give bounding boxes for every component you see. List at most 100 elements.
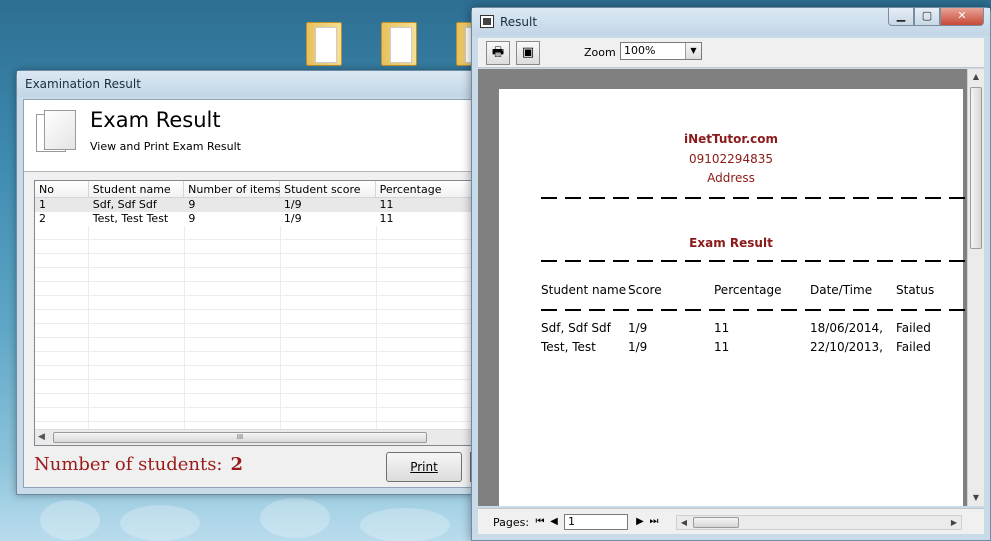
- student-count-label: Number of students:: [34, 454, 223, 475]
- list-header: No Student name Number of items Student …: [35, 181, 473, 198]
- page-subtitle: View and Print Exam Result: [90, 140, 241, 153]
- scroll-thumb[interactable]: [693, 517, 739, 528]
- cell-student-name: Test, Test Test: [92, 212, 169, 225]
- cell-student-name: Sdf, Sdf Sdf: [92, 198, 157, 211]
- report-address: Address: [707, 171, 755, 185]
- desktop-bokeh: [260, 498, 330, 538]
- scroll-thumb[interactable]: [970, 87, 982, 249]
- student-count-value: 2: [230, 454, 244, 475]
- window-client-area: Exam Result View and Print Exam Result N…: [23, 99, 484, 488]
- desktop-bokeh: [120, 505, 200, 541]
- report-cell-student-name: Test, Test: [541, 340, 596, 354]
- pages-label: Pages:: [493, 516, 530, 529]
- vertical-scrollbar[interactable]: ▲ ▼: [967, 69, 984, 506]
- last-page-icon[interactable]: ⏭: [648, 515, 660, 529]
- header-banner: Exam Result View and Print Exam Result: [24, 100, 474, 172]
- report-column-percentage: Percentage: [714, 283, 782, 297]
- separator-line: [541, 309, 965, 311]
- cell-no: 2: [39, 212, 46, 225]
- export-report-button[interactable]: ▣: [516, 41, 540, 65]
- maximize-button[interactable]: ▢: [914, 8, 940, 26]
- print-report-button[interactable]: 🖶: [486, 41, 510, 65]
- chevron-down-icon[interactable]: ▼: [685, 43, 701, 59]
- zoom-label: Zoom: [584, 46, 616, 59]
- next-page-icon[interactable]: ▶: [634, 515, 646, 529]
- cell-no: 1: [39, 198, 46, 211]
- results-list[interactable]: No Student name Number of items Student …: [34, 180, 474, 446]
- zoom-value: 100%: [624, 44, 656, 57]
- maximize-icon: ▢: [921, 9, 933, 22]
- report-page: iNetTutor.com 09102294835 Address Exam R…: [499, 89, 965, 506]
- separator-line: [541, 260, 965, 262]
- cell-student-score: 1/9: [283, 198, 302, 211]
- report-header-row: Student name Score Percentage Date/Time …: [541, 283, 965, 299]
- folder-icon: [381, 22, 417, 66]
- scroll-right-icon[interactable]: ▶: [947, 516, 961, 529]
- previous-page-icon[interactable]: ◀: [548, 515, 560, 529]
- scroll-down-icon[interactable]: ▼: [968, 490, 984, 506]
- report-row: Sdf, Sdf Sdf 1/9 11 18/06/2014, Failed: [541, 321, 965, 337]
- report-cell-status: Failed: [896, 321, 931, 335]
- report-column-score: Score: [628, 283, 662, 297]
- scroll-thumb[interactable]: III: [53, 432, 427, 443]
- desktop-bokeh: [360, 508, 450, 541]
- cell-percentage: 11: [379, 212, 394, 225]
- folder-icon: [306, 22, 342, 66]
- column-header-number-of-items[interactable]: Number of items: [184, 181, 281, 197]
- report-title: Exam Result: [689, 236, 773, 250]
- export-icon: ▣: [521, 45, 535, 60]
- page-navigation-bar: Pages: ⏮ ◀ 1 ▶ ⏭ ◀ ▶: [478, 508, 984, 534]
- window-title[interactable]: Examination Result: [17, 71, 475, 97]
- first-page-icon[interactable]: ⏮: [534, 515, 546, 529]
- window-title: Result: [500, 15, 538, 29]
- report-column-status: Status: [896, 283, 935, 297]
- cell-student-score: 1/9: [283, 212, 302, 225]
- printer-icon: 🖶: [491, 45, 505, 60]
- report-column-datetime: Date/Time: [810, 283, 873, 297]
- report-phone: 09102294835: [689, 152, 773, 166]
- student-count: Number of students: 2: [34, 454, 243, 475]
- report-cell-percentage: 11: [714, 340, 730, 354]
- report-app-icon: [480, 15, 494, 28]
- print-button[interactable]: Print: [386, 452, 462, 482]
- horizontal-scrollbar[interactable]: ◀ III: [35, 429, 473, 445]
- scroll-left-icon[interactable]: ◀: [38, 432, 45, 442]
- column-header-no[interactable]: No: [35, 181, 89, 197]
- report-cell-status: Failed: [896, 340, 931, 354]
- column-header-student-name[interactable]: Student name: [89, 181, 185, 197]
- grid-lines: [35, 226, 473, 429]
- minimize-icon: ▁: [896, 9, 906, 22]
- page-title: Exam Result: [90, 108, 221, 132]
- result-titlebar[interactable]: Result ▁ ▢ ✕: [472, 8, 990, 36]
- report-column-student-name: Student name: [541, 283, 627, 297]
- cell-number-of-items: 9: [188, 212, 196, 225]
- cell-percentage: 11: [379, 198, 394, 211]
- report-company: iNetTutor.com: [683, 132, 779, 146]
- report-cell-datetime: 18/06/2014,: [810, 321, 883, 335]
- close-button[interactable]: ✕: [940, 8, 984, 26]
- caption-buttons: ▁ ▢ ✕: [888, 8, 984, 26]
- cell-number-of-items: 9: [188, 198, 196, 211]
- document-icon: [36, 110, 80, 156]
- close-icon: ✕: [957, 9, 967, 22]
- scroll-left-icon[interactable]: ◀: [677, 516, 691, 529]
- table-row[interactable]: 2 Test, Test Test 9 1/9 11: [35, 212, 473, 226]
- print-button-label: Print: [410, 460, 438, 474]
- report-cell-datetime: 22/10/2013,: [810, 340, 883, 354]
- report-preview-area: iNetTutor.com 09102294835 Address Exam R…: [478, 69, 984, 506]
- scroll-up-icon[interactable]: ▲: [968, 69, 984, 85]
- report-row: Test, Test 1/9 11 22/10/2013, Failed: [541, 340, 965, 356]
- table-row[interactable]: 1 Sdf, Sdf Sdf 9 1/9 11: [35, 198, 473, 212]
- report-cell-score: 1/9: [628, 340, 648, 354]
- column-header-student-score[interactable]: Student score: [280, 181, 376, 197]
- separator-line: [541, 197, 965, 199]
- desktop-bokeh: [40, 500, 100, 540]
- horizontal-scrollbar[interactable]: ◀ ▶: [676, 515, 962, 530]
- examination-result-window: Examination Result Exam Result View and …: [16, 70, 484, 495]
- zoom-select[interactable]: 100% ▼: [620, 42, 702, 60]
- preview-toolbar: 🖶 ▣ Zoom 100% ▼: [478, 38, 984, 68]
- column-header-percentage[interactable]: Percentage: [376, 181, 473, 197]
- minimize-button[interactable]: ▁: [888, 8, 914, 26]
- page-number-input[interactable]: 1: [564, 514, 628, 530]
- result-window: Result ▁ ▢ ✕ 🖶 ▣ Zoom 100% ▼ iNetTutor.c…: [471, 7, 991, 541]
